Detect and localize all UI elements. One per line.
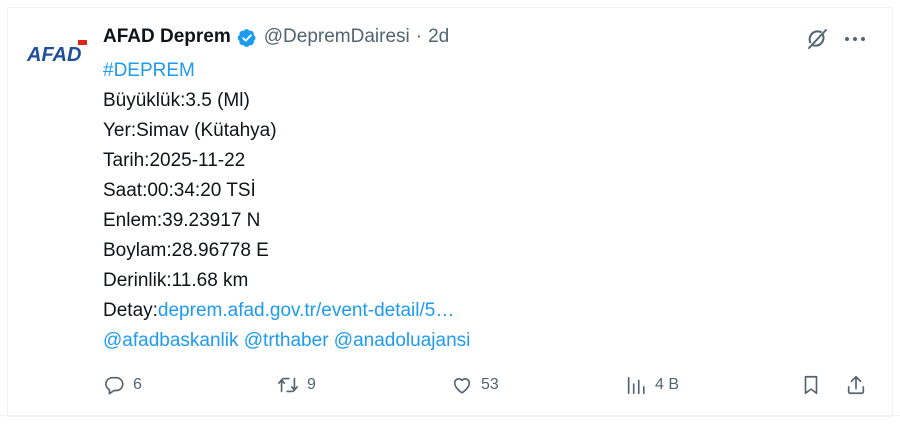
like-icon [453, 378, 471, 394]
depth-line: Derinlik:11.68 km [103, 270, 249, 291]
reply-count: 6 [133, 376, 142, 393]
bookmark-icon [804, 375, 818, 395]
detail-link[interactable]: deprem.afad.gov.tr/event-detail/5… [158, 300, 454, 321]
verified-badge-icon [237, 28, 256, 47]
like-button[interactable]: 53 [451, 370, 499, 400]
reply-icon [105, 376, 124, 395]
author-avatar[interactable]: AFAD [25, 34, 91, 70]
svg-text:AFAD: AFAD [26, 44, 81, 66]
share-icon [847, 375, 865, 395]
author-handle[interactable]: @DepremDairesi [264, 26, 410, 48]
location-line: Yer:Simav (Kütahya) [103, 120, 277, 141]
more-icon[interactable] [842, 27, 868, 51]
latitude-line: Enlem:39.23917 N [103, 210, 261, 231]
grok-icon[interactable] [805, 27, 829, 51]
detail-label: Detay: [103, 300, 158, 321]
reply-button[interactable]: 6 [103, 370, 142, 400]
date-line: Tarih:2025-11-22 [103, 150, 246, 171]
hashtag-link[interactable]: #DEPREM [103, 56, 470, 86]
like-count: 53 [481, 376, 499, 393]
detail-line: Detay:deprem.afad.gov.tr/event-detail/5… [103, 296, 470, 326]
tweet-timestamp[interactable]: 2d [428, 26, 449, 48]
magnitude-line: Büyüklük:3.5 (Ml) [103, 90, 250, 111]
tweet-text: #DEPREM Büyüklük:3.5 (Ml) Yer:Simav (Küt… [103, 56, 470, 356]
separator-dot: · [415, 26, 423, 47]
retweet-icon [278, 377, 298, 393]
retweet-button[interactable]: 9 [277, 370, 316, 400]
tweet-actions: 6 9 53 4 B [0, 370, 900, 400]
time-line: Saat:00:34:20 TSİ [103, 180, 256, 201]
views-count: 4 B [655, 376, 680, 393]
mentions-line[interactable]: @afadbaskanlik @trthaber @anadoluajansi [103, 326, 470, 356]
views-icon [627, 376, 645, 395]
retweet-count: 9 [307, 376, 316, 393]
author-name[interactable]: AFAD Deprem [103, 26, 231, 48]
share-button[interactable] [845, 370, 867, 400]
bookmark-button[interactable] [800, 370, 822, 400]
longitude-line: Boylam:28.96778 E [103, 240, 269, 261]
divider [0, 415, 900, 416]
tweet-header: AFAD Deprem @DepremDairesi · 2d [103, 22, 449, 52]
views-button[interactable]: 4 B [625, 370, 679, 400]
